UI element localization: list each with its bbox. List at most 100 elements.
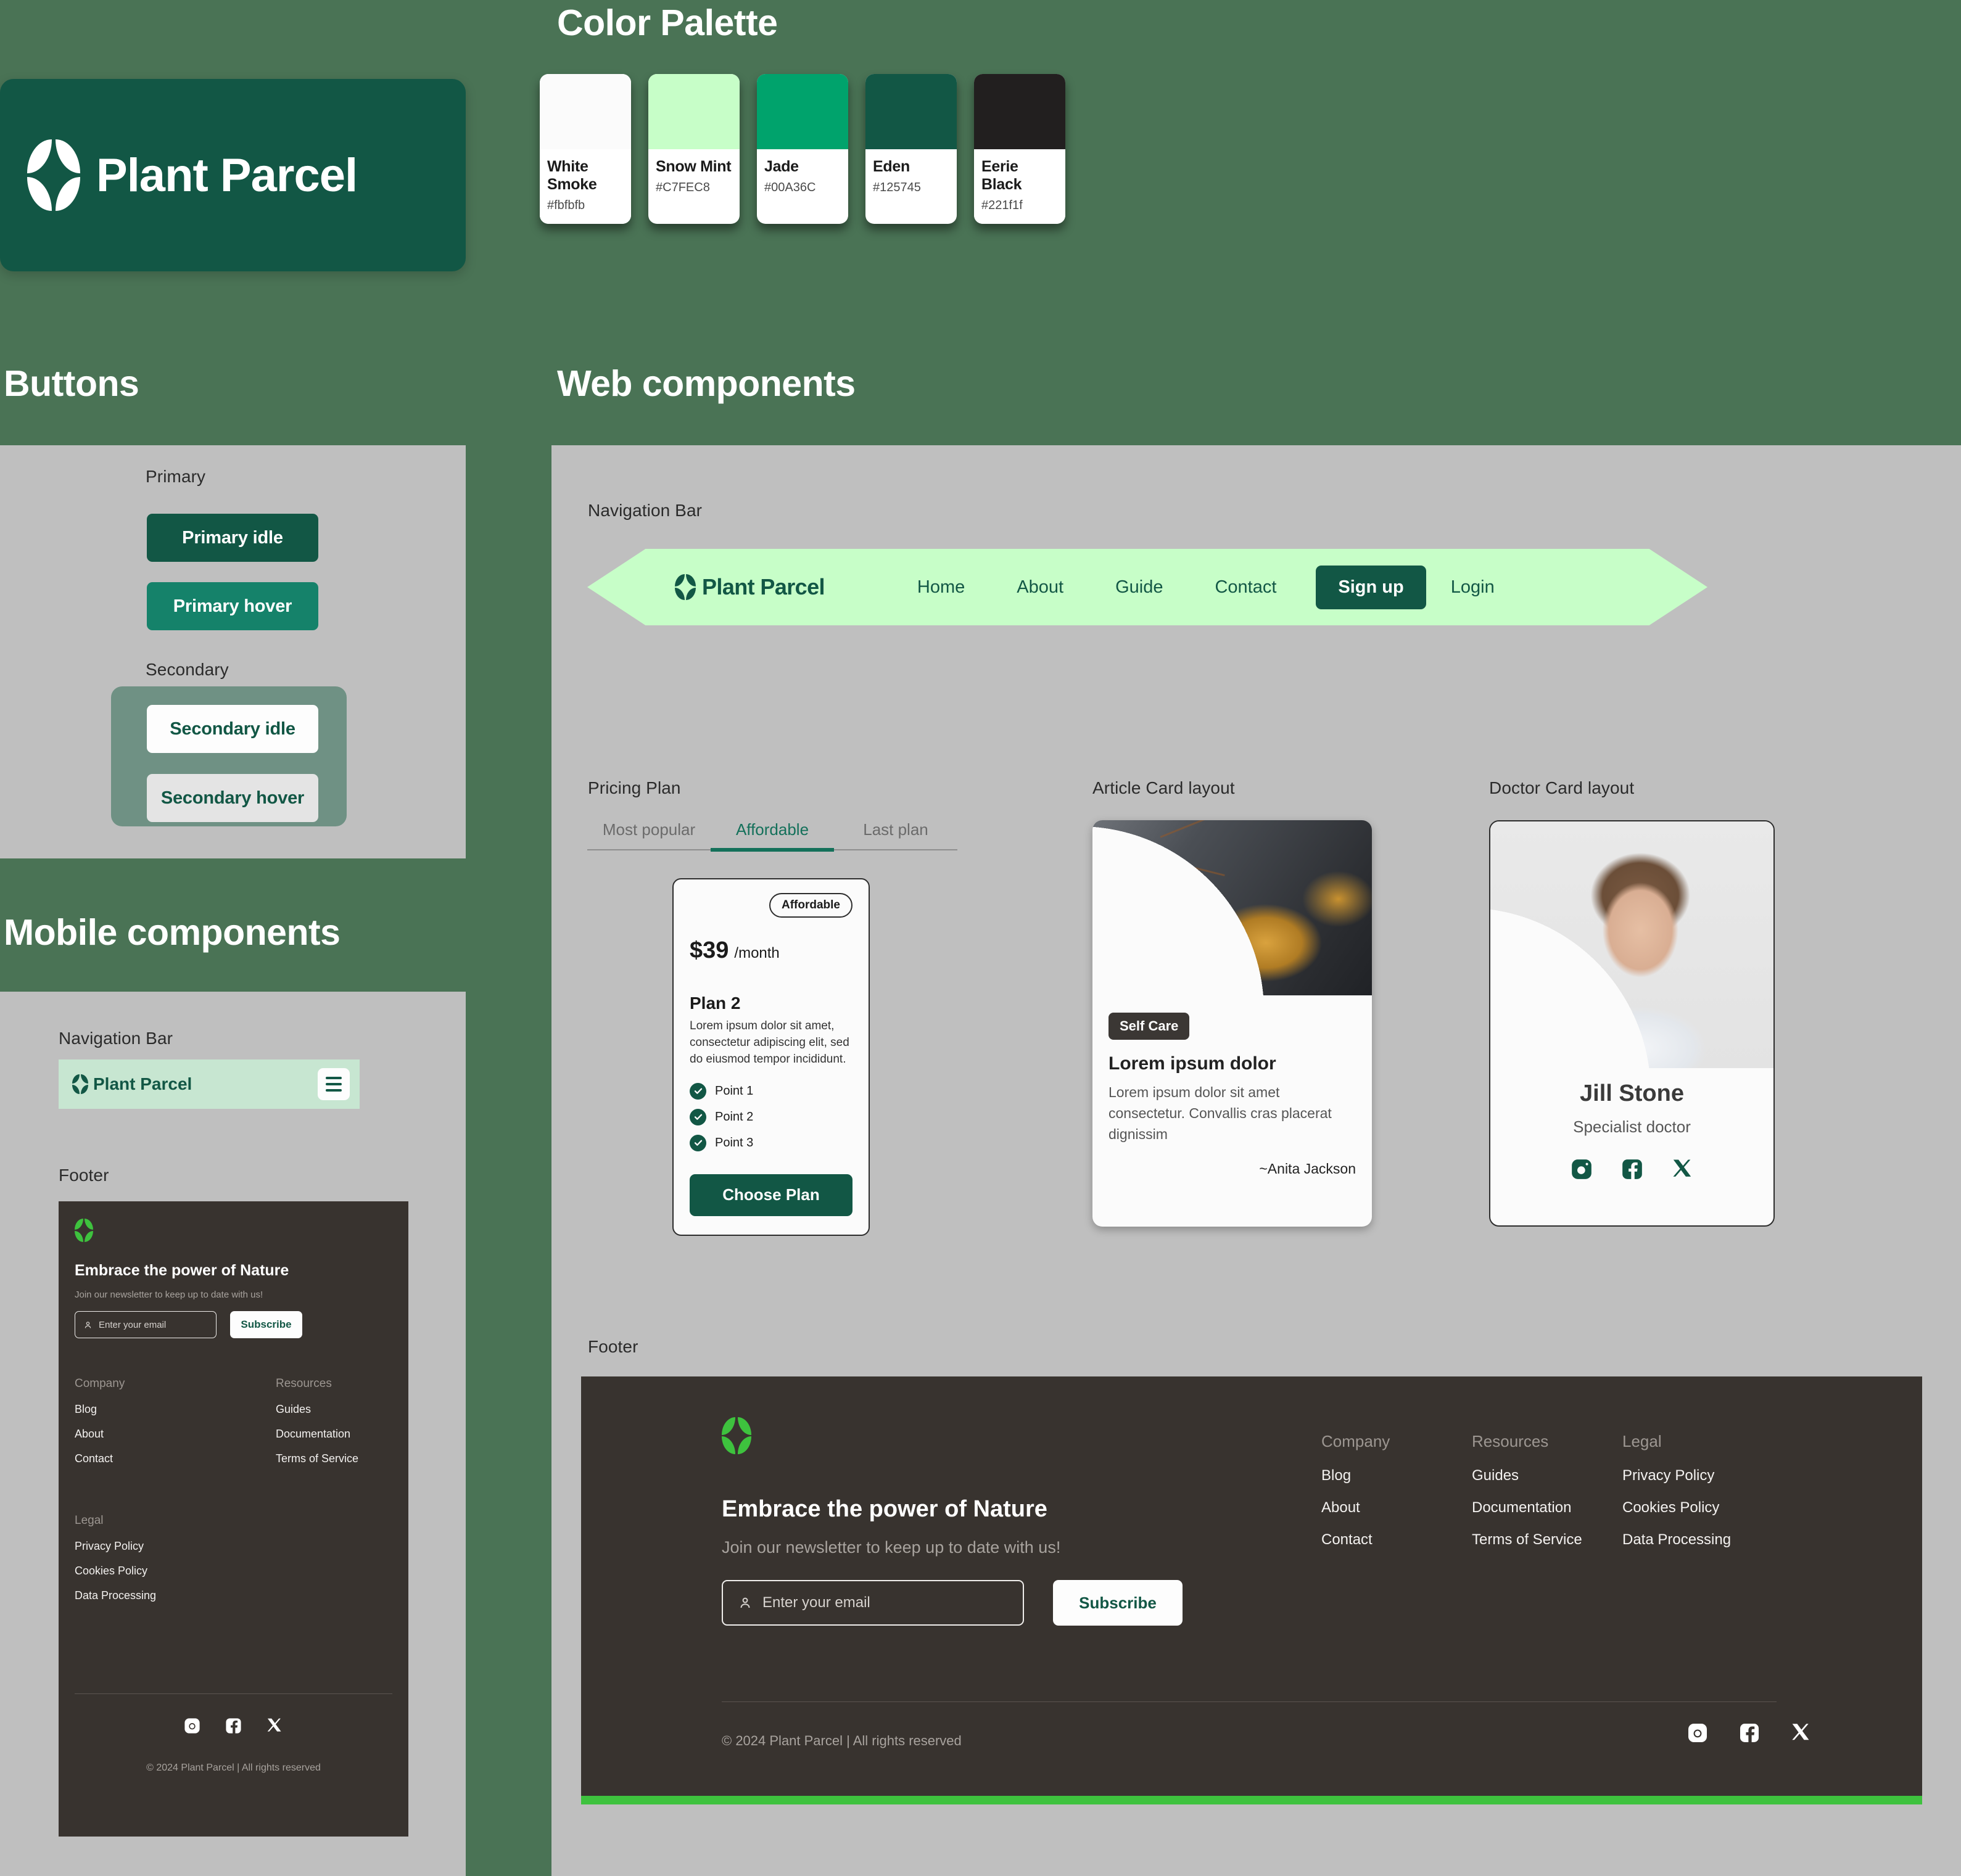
footer-column-legal: Legal Privacy Policy Cookies Policy Data… xyxy=(1622,1432,1773,1563)
hamburger-menu-icon[interactable] xyxy=(318,1068,350,1100)
email-placeholder: Enter your email xyxy=(762,1594,870,1611)
doctor-role: Specialist doctor xyxy=(1573,1117,1691,1136)
label-pricing-plan: Pricing Plan xyxy=(588,778,681,797)
footer-link[interactable]: Cookies Policy xyxy=(75,1565,156,1578)
footer-link[interactable]: Cookies Policy xyxy=(1622,1499,1773,1516)
footer-accent-bar xyxy=(581,1796,1922,1804)
doctor-card: Jill Stone Specialist doctor xyxy=(1489,820,1775,1227)
footer-link[interactable]: Terms of Service xyxy=(276,1452,358,1465)
page-title-web-components: Web components xyxy=(557,363,856,404)
label-mobile-navigation-bar: Navigation Bar xyxy=(59,1029,173,1048)
pricing-tabs: Most popular Affordable Last plan xyxy=(587,820,957,852)
facebook-icon[interactable] xyxy=(1738,1722,1761,1744)
facebook-icon[interactable] xyxy=(1620,1158,1644,1181)
footer-link[interactable]: Data Processing xyxy=(75,1589,156,1602)
footer-link[interactable]: Blog xyxy=(1321,1467,1472,1484)
nav-link-contact[interactable]: Contact xyxy=(1189,577,1302,598)
doctor-avatar xyxy=(1490,821,1773,1068)
list-item: Point 2 xyxy=(690,1108,853,1125)
subscribe-button[interactable]: Subscribe xyxy=(1053,1580,1183,1626)
footer-link-columns: Company Blog About Contact Resources Gui… xyxy=(1321,1432,1773,1563)
footer-link[interactable]: Documentation xyxy=(1472,1499,1622,1516)
instagram-icon[interactable] xyxy=(1686,1722,1709,1744)
footer-link[interactable]: Data Processing xyxy=(1622,1531,1773,1549)
user-icon xyxy=(85,1321,91,1328)
plan-price: $39 xyxy=(690,937,729,963)
mobile-email-field[interactable]: Enter your email xyxy=(75,1311,217,1338)
article-title: Lorem ipsum dolor xyxy=(1108,1053,1276,1074)
footer-link[interactable]: Documentation xyxy=(276,1428,358,1441)
nav-link-guide[interactable]: Guide xyxy=(1089,577,1189,598)
mobile-brand[interactable]: Plant Parcel xyxy=(72,1074,192,1094)
mobile-footer-subtitle: Join our newsletter to keep up to date w… xyxy=(75,1290,263,1300)
swatch-color-chip xyxy=(540,74,631,149)
mobile-brand-name: Plant Parcel xyxy=(93,1074,192,1093)
feature-label: Point 1 xyxy=(715,1084,754,1098)
swatch-color-chip xyxy=(865,74,957,149)
plan-name: Plan 2 xyxy=(690,994,741,1013)
footer-link[interactable]: About xyxy=(1321,1499,1472,1516)
mobile-footer-social-links xyxy=(59,1717,408,1735)
web-brand[interactable]: Plant Parcel xyxy=(675,574,825,600)
article-category-badge: Self Care xyxy=(1108,1013,1190,1040)
secondary-idle-button[interactable]: Secondary idle xyxy=(147,705,318,753)
x-twitter-icon[interactable] xyxy=(1790,1722,1812,1744)
swatch-eden: Eden #125745 xyxy=(865,74,957,224)
swatch-color-chip xyxy=(648,74,740,149)
article-author: ~Anita Jackson xyxy=(1259,1161,1356,1177)
footer-subtitle: Join our newsletter to keep up to date w… xyxy=(722,1538,1061,1557)
mobile-navigation-bar[interactable]: Plant Parcel xyxy=(59,1059,360,1109)
web-brand-name: Plant Parcel xyxy=(702,574,825,599)
four-petal-flower-icon xyxy=(722,1417,751,1454)
tab-most-popular[interactable]: Most popular xyxy=(587,820,711,849)
footer-social-links xyxy=(1686,1722,1812,1744)
footer-link[interactable]: Privacy Policy xyxy=(75,1540,156,1553)
page-title-mobile-components: Mobile components xyxy=(4,912,341,953)
nav-link-home[interactable]: Home xyxy=(891,577,991,598)
footer-link[interactable]: About xyxy=(75,1428,125,1441)
sign-up-button[interactable]: Sign up xyxy=(1316,565,1426,609)
article-image xyxy=(1092,820,1372,995)
swatch-snow-mint: Snow Mint #C7FEC8 xyxy=(648,74,740,224)
swatch-hex: #fbfbfb xyxy=(547,199,585,212)
secondary-hover-button[interactable]: Secondary hover xyxy=(147,774,318,822)
footer-column-company: Company Blog About Contact xyxy=(1321,1432,1472,1563)
primary-hover-button[interactable]: Primary hover xyxy=(147,582,318,630)
pricing-card: Affordable $39 /month Plan 2 Lorem ipsum… xyxy=(672,878,870,1236)
footer-link[interactable]: Guides xyxy=(276,1403,358,1416)
mobile-subscribe-button[interactable]: Subscribe xyxy=(230,1311,302,1338)
nav-link-about[interactable]: About xyxy=(991,577,1089,598)
check-circle-icon xyxy=(690,1082,706,1100)
swatch-white-smoke: White Smoke #fbfbfb xyxy=(540,74,631,224)
plan-feature-list: Point 1 Point 2 Point 3 xyxy=(690,1082,853,1151)
footer-link[interactable]: Blog xyxy=(75,1403,125,1416)
email-field[interactable]: Enter your email xyxy=(722,1580,1024,1626)
primary-idle-button[interactable]: Primary idle xyxy=(147,514,318,562)
login-link[interactable]: Login xyxy=(1451,577,1495,598)
label-web-footer: Footer xyxy=(588,1337,638,1356)
tab-last-plan[interactable]: Last plan xyxy=(834,820,957,849)
mobile-footer: Embrace the power of Nature Join our new… xyxy=(59,1201,408,1837)
swatch-name: Eden xyxy=(873,158,910,175)
page-title-color-palette: Color Palette xyxy=(557,2,778,43)
x-twitter-icon[interactable] xyxy=(1671,1158,1695,1181)
four-petal-flower-icon xyxy=(27,139,80,211)
instagram-icon[interactable] xyxy=(183,1717,201,1735)
column-title: Legal xyxy=(75,1514,104,1527)
footer-link[interactable]: Contact xyxy=(75,1452,125,1465)
footer-link[interactable]: Contact xyxy=(1321,1531,1472,1549)
footer-link[interactable]: Terms of Service xyxy=(1472,1531,1622,1549)
label-doctor-card-layout: Doctor Card layout xyxy=(1489,778,1635,797)
article-card[interactable]: Self Care Lorem ipsum dolor Lorem ipsum … xyxy=(1092,820,1372,1227)
footer-link[interactable]: Guides xyxy=(1472,1467,1622,1484)
instagram-icon[interactable] xyxy=(1570,1158,1593,1181)
choose-plan-button[interactable]: Choose Plan xyxy=(690,1174,853,1216)
mobile-footer-column-legal: Legal Privacy Policy Cookies Policy Data… xyxy=(75,1514,156,1614)
x-twitter-icon[interactable] xyxy=(266,1717,284,1735)
secondary-buttons-group: Secondary idle Secondary hover xyxy=(111,686,347,826)
facebook-icon[interactable] xyxy=(225,1717,242,1735)
label-article-card-layout: Article Card layout xyxy=(1092,778,1235,797)
footer-link[interactable]: Privacy Policy xyxy=(1622,1467,1773,1484)
list-item: Point 1 xyxy=(690,1082,853,1100)
tab-affordable[interactable]: Affordable xyxy=(711,820,834,852)
